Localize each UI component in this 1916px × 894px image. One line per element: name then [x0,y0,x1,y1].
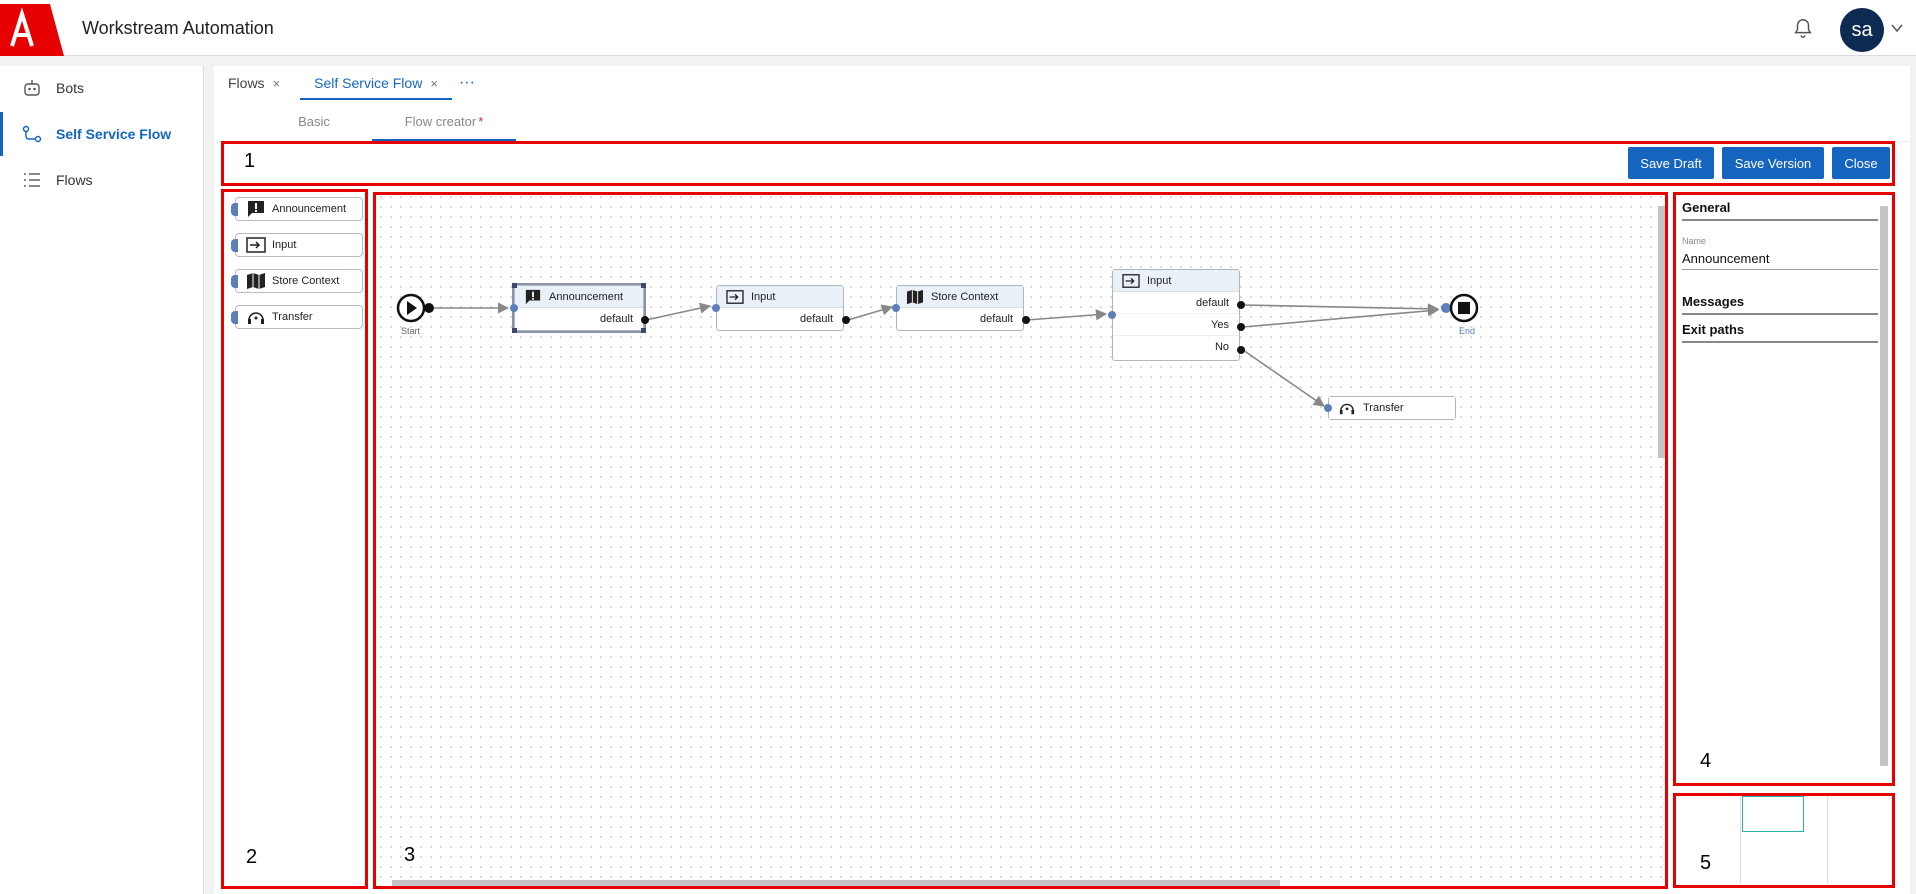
palette-region [221,189,368,889]
palette-port [231,275,238,288]
app-title: Workstream Automation [82,18,274,38]
subtab-bar: Basic Flow creator * [214,100,1910,142]
palette-item-label: Transfer [272,311,313,323]
top-bar: Workstream Automation sa [0,0,1916,56]
chevron-down-icon[interactable] [1890,22,1904,34]
sidebar-item-label: Self Service Flow [56,126,172,142]
canvas-region [373,192,1668,889]
region-number-4: 4 [1700,750,1712,772]
sidebar-item-self-service-flow[interactable]: Self Service Flow [0,112,204,156]
sidebar-item-bots[interactable]: Bots [0,66,204,110]
announcement-icon [246,200,266,218]
subtab-flow-creator[interactable]: Flow creator * [372,100,516,142]
sidebar: Bots Self Service Flow Flows [0,66,204,894]
required-mark: * [478,113,484,129]
subtab-basic[interactable]: Basic [254,100,374,142]
tab-label: Self Service Flow [314,75,423,91]
robot-icon [22,78,42,98]
save-version-button[interactable]: Save Version [1722,147,1824,179]
region-number-1: 1 [244,150,256,172]
input-icon [246,236,266,254]
palette-item-input[interactable]: Input [231,233,363,257]
palette-item-announcement[interactable]: Announcement [231,197,363,221]
region-number-2: 2 [246,846,258,868]
transfer-icon [246,308,266,326]
save-draft-button[interactable]: Save Draft [1628,147,1714,179]
map-icon [246,272,266,290]
tab-label: Flows [228,75,265,91]
user-avatar[interactable]: sa [1840,8,1884,52]
sidebar-item-label: Bots [56,80,85,96]
sidebar-item-label: Flows [56,172,93,188]
close-icon[interactable]: × [273,76,281,91]
palette-item-store-context[interactable]: Store Context [231,269,363,293]
sidebar-item-flows[interactable]: Flows [0,158,204,202]
notifications-bell-icon[interactable] [1792,17,1814,39]
flow-icon [22,124,42,144]
region-number-3: 3 [404,844,416,866]
subtab-label: Flow creator [404,113,477,129]
close-icon[interactable]: × [430,76,438,91]
palette-item-label: Announcement [272,203,346,215]
list-icon [22,170,42,190]
palette-port [231,239,238,252]
app-logo [0,4,64,56]
properties-region [1673,192,1895,786]
palette-item-label: Input [272,239,297,251]
tab-flows[interactable]: Flows × [214,66,294,100]
palette-port [231,311,238,324]
more-tabs-icon[interactable]: ··· [452,66,482,100]
close-button[interactable]: Close [1832,147,1890,179]
tab-self-service-flow[interactable]: Self Service Flow × [300,66,452,100]
region-number-5: 5 [1700,852,1712,874]
tab-bar: Flows × Self Service Flow × ··· [214,66,482,100]
subtab-label: Basic [298,113,330,129]
palette-port [231,203,238,216]
palette-item-transfer[interactable]: Transfer [231,305,363,329]
palette-item-label: Store Context [272,275,340,287]
